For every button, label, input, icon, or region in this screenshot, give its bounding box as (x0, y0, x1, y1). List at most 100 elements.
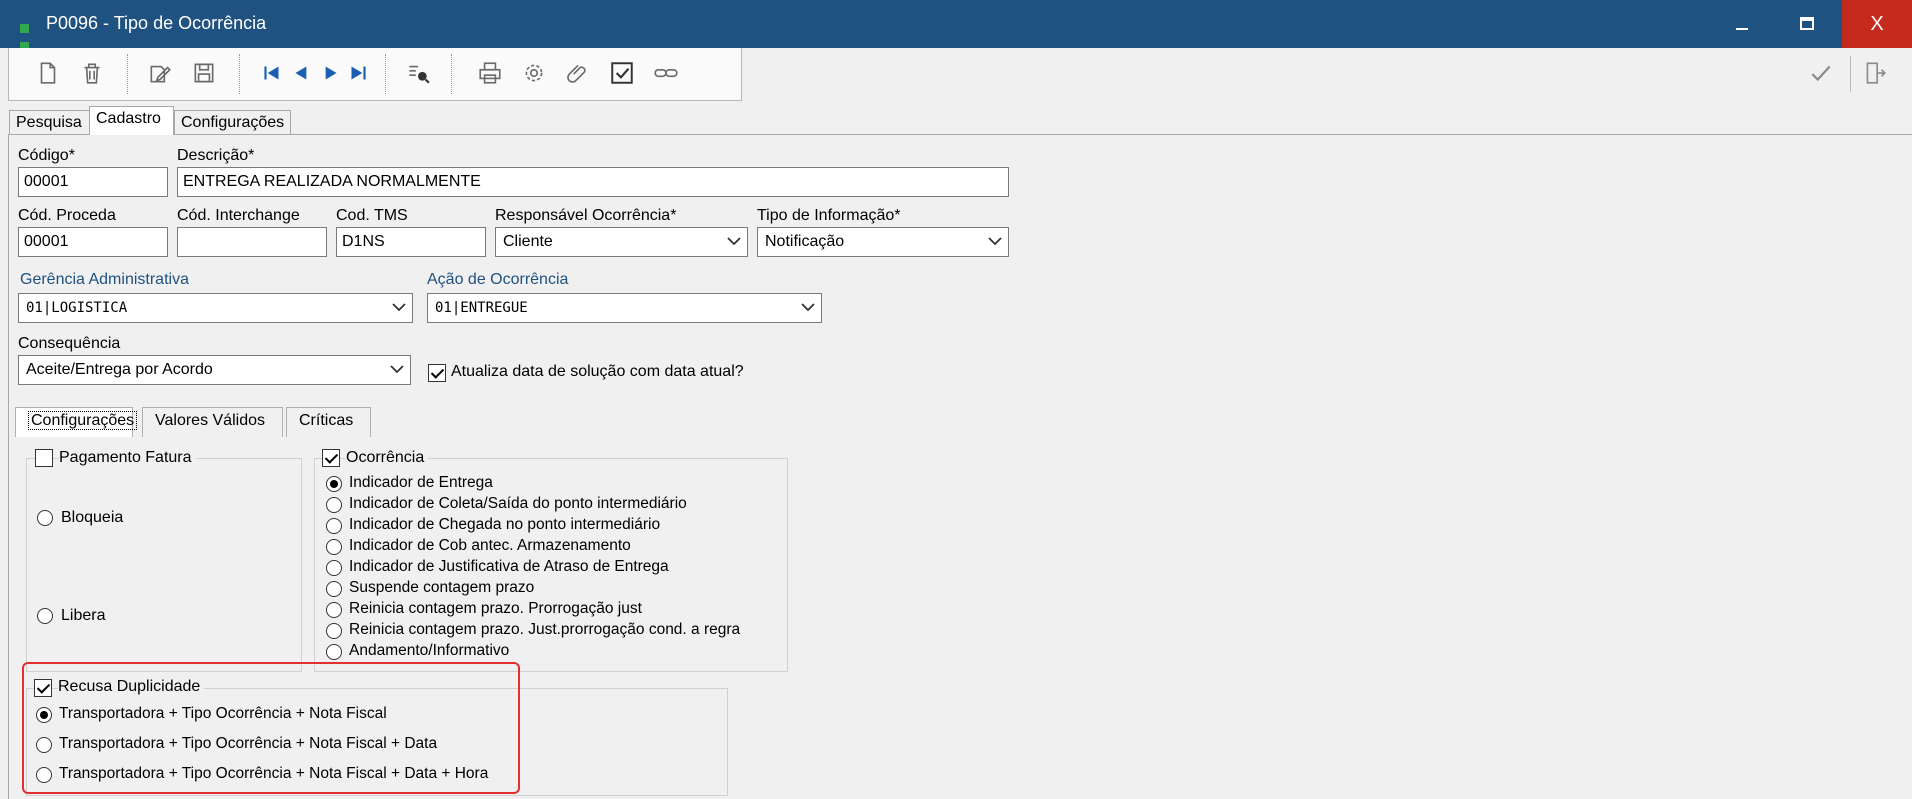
window-title: P0096 - Tipo de Ocorrência (46, 13, 267, 33)
ocorrencia-option-label: Reinicia contagem prazo. Prorrogação jus… (349, 600, 642, 617)
gerencia-label: Gerência Administrativa (20, 271, 189, 288)
ocorrencia-option-label: Reinicia contagem prazo. Just.prorrogaçã… (349, 621, 741, 638)
save-icon (194, 63, 214, 83)
ocorrencia-option-label: Indicador de Coleta/Saída do ponto inter… (349, 495, 687, 512)
new-document-icon (40, 62, 56, 84)
bloqueia-label: Bloqueia (61, 509, 124, 526)
consequencia-select[interactable]: Aceite/Entrega por Acordo (18, 355, 411, 385)
edit-button[interactable] (143, 56, 177, 90)
acao-value: 01|ENTREGUE (435, 300, 528, 316)
chevron-down-icon (801, 303, 815, 312)
app-icon (20, 20, 42, 51)
confirm-button[interactable] (1804, 56, 1838, 90)
consequencia-label: Consequência (18, 335, 121, 352)
ocorrencia-radio-5[interactable] (326, 581, 342, 597)
acao-select[interactable]: 01|ENTREGUE (427, 293, 822, 323)
tab-configuracoes[interactable]: Configurações (174, 110, 291, 134)
link-button[interactable] (649, 56, 683, 90)
responsavel-value: Cliente (503, 233, 553, 250)
ocorrencia-radio-0[interactable] (326, 476, 342, 492)
chevron-down-icon (392, 303, 406, 312)
ocorrencia-checkbox[interactable] (322, 449, 340, 467)
ocorrencia-option-label: Indicador de Justificativa de Atraso de … (349, 558, 669, 575)
title-bar: P0096 - Tipo de Ocorrência X (0, 0, 1912, 51)
codigo-input[interactable]: 00001 (18, 167, 168, 197)
next-icon (325, 66, 337, 80)
ocorrencia-option-label: Indicador de Chegada no ponto intermediá… (349, 516, 661, 533)
ocorrencia-radio-6[interactable] (326, 602, 342, 618)
descricao-input[interactable]: ENTREGA REALIZADA NORMALMENTE (177, 167, 1009, 197)
ocorrencia-radio-4[interactable] (326, 560, 342, 576)
gerencia-select[interactable]: 01|LOGISTICA (18, 293, 413, 323)
bloqueia-radio[interactable] (37, 510, 53, 526)
ocorrencia-option-label: Indicador de Cob antec. Armazenamento (349, 537, 631, 554)
exit-button[interactable] (1858, 56, 1892, 90)
atualiza-data-checkbox[interactable] (428, 364, 446, 382)
subtab-configuracoes[interactable]: Configurações (15, 407, 138, 437)
search-record-button[interactable] (401, 56, 435, 90)
cod-proceda-label: Cód. Proceda (18, 207, 116, 224)
minimize-button[interactable] (1707, 0, 1777, 48)
chevron-down-icon (390, 365, 404, 374)
ocorrencia-option-label: Indicador de Entrega (349, 474, 493, 491)
ocorrencia-radio-3[interactable] (326, 539, 342, 555)
delete-button[interactable] (75, 56, 109, 90)
cod-tms-input[interactable]: D1NS (336, 227, 486, 257)
previous-icon (295, 66, 307, 80)
libera-radio[interactable] (37, 608, 53, 624)
cod-interchange-label: Cód. Interchange (177, 207, 300, 224)
chevron-down-icon (988, 237, 1002, 246)
pagamento-fatura-checkbox[interactable] (35, 449, 53, 467)
print-button[interactable] (473, 56, 507, 90)
tab-pesquisa[interactable]: Pesquisa (9, 110, 90, 134)
ocorrencia-radio-7[interactable] (326, 623, 342, 639)
ocorrencia-radio-2[interactable] (326, 518, 342, 534)
descricao-label: Descrição* (177, 147, 255, 164)
responsavel-label: Responsável Ocorrência* (495, 207, 677, 224)
subtab-criticas[interactable]: Críticas (286, 407, 371, 437)
tipo-info-value: Notificação (765, 233, 845, 250)
checkbox-check-icon (611, 62, 633, 84)
gerencia-value: 01|LOGISTICA (26, 300, 128, 316)
first-record-button[interactable] (255, 56, 289, 90)
tipo-info-label: Tipo de Informação* (757, 207, 901, 224)
ocorrencia-option-label: Suspende contagem prazo (349, 579, 535, 596)
exit-icon (1866, 62, 1886, 84)
close-button[interactable]: X (1842, 0, 1912, 48)
gear-icon (525, 64, 543, 82)
ocorrencia-radio-1[interactable] (326, 497, 342, 513)
trash-icon (84, 63, 100, 84)
last-record-icon (351, 66, 366, 80)
search-document-icon (409, 65, 430, 84)
highlight-box (22, 662, 520, 794)
tab-cadastro[interactable]: Cadastro (89, 106, 174, 135)
ocorrencia-label: Ocorrência (346, 449, 429, 467)
check-icon (1811, 65, 1831, 82)
last-record-button[interactable] (341, 56, 375, 90)
pagamento-fatura-label: Pagamento Fatura (59, 449, 196, 467)
paperclip-icon (567, 64, 586, 83)
printer-icon (479, 62, 501, 84)
libera-label: Libera (61, 607, 106, 624)
settings-button[interactable] (517, 56, 551, 90)
ocorrencia-option-label: Andamento/Informativo (349, 642, 510, 659)
tipo-info-select[interactable]: Notificação (757, 227, 1009, 257)
attach-button[interactable] (561, 56, 595, 90)
atualiza-data-label: Atualiza data de solução com data atual? (451, 363, 744, 380)
chevron-down-icon (727, 237, 741, 246)
maximize-button[interactable] (1772, 0, 1842, 48)
subtab-valores-validos[interactable]: Valores Válidos (142, 407, 283, 437)
ocorrencia-radio-8[interactable] (326, 644, 342, 660)
cod-proceda-input[interactable]: 00001 (18, 227, 168, 257)
save-button[interactable] (187, 56, 221, 90)
consequencia-value: Aceite/Entrega por Acordo (26, 361, 213, 378)
responsavel-select[interactable]: Cliente (495, 227, 748, 257)
new-document-button[interactable] (31, 56, 65, 90)
cod-tms-label: Cod. TMS (336, 207, 408, 224)
pagamento-fatura-group (26, 458, 302, 672)
approve-button[interactable] (605, 56, 639, 90)
minimize-icon (1736, 28, 1748, 30)
first-record-icon (264, 66, 279, 80)
cod-interchange-input[interactable] (177, 227, 327, 257)
acao-label: Ação de Ocorrência (427, 271, 569, 288)
